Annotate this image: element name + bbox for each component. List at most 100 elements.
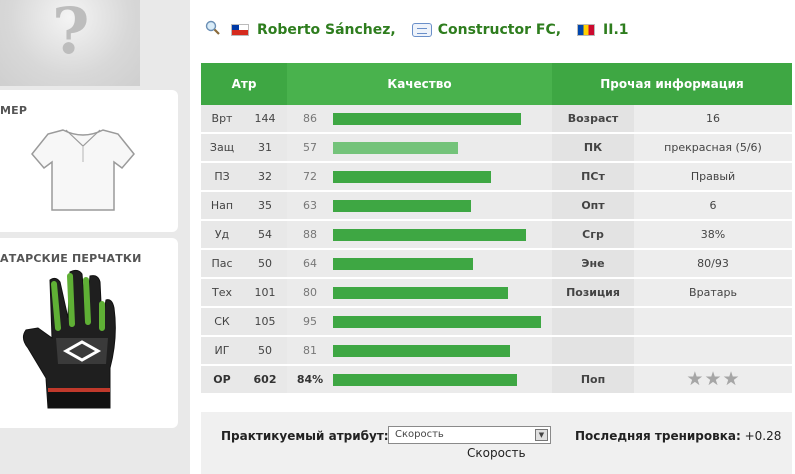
search-icon[interactable] [205, 20, 223, 40]
info-value: 80/93 [634, 250, 792, 277]
attribute-quality: 88 [287, 221, 552, 248]
attribute-value: 144 [243, 105, 287, 132]
total-quality-label: 84% [296, 373, 324, 386]
star-icon: ★ [722, 368, 740, 390]
quality-bar-track [333, 257, 552, 270]
attribute-quality: 63 [287, 192, 552, 219]
quality-number: 88 [303, 228, 317, 241]
moldova-flag-icon [577, 24, 596, 36]
info-value: прекрасная (5/6) [634, 134, 792, 161]
attribute-value: 32 [243, 163, 287, 190]
player-stats-table: Атр Качество Прочая информация Врт 144 86 В… [201, 63, 792, 395]
quality-number: 72 [303, 170, 317, 183]
attribute-name: Врт [201, 105, 243, 132]
header-quality: Качество [287, 63, 552, 105]
quality-bar-track [333, 373, 552, 386]
info-name: Возраст [552, 105, 634, 132]
quality-bar-track [333, 286, 552, 299]
quality-bar-track [333, 112, 552, 125]
shirt-card: МЕР [0, 90, 178, 232]
last-training-label: Последняя тренировка: [575, 429, 741, 443]
attribute-value: 50 [243, 337, 287, 364]
gloves-card-title: АТАРСКИЕ ПЕРЧАТКИ [0, 252, 142, 265]
quality-bar [333, 112, 521, 125]
popularity-value: ★ ★ ★ [634, 366, 792, 393]
info-value: Вратарь [634, 279, 792, 306]
table-total-row: ОР 602 84% Поп ★ ★ ★ [201, 366, 792, 395]
attribute-value: 35 [243, 192, 287, 219]
info-name: Позиция [552, 279, 634, 306]
total-value: 602 [243, 366, 287, 393]
quality-bar [333, 286, 508, 299]
quality-number: 86 [303, 112, 317, 125]
chile-flag-icon [231, 24, 249, 36]
popularity-label: Поп [552, 366, 634, 393]
attribute-name: Тех [201, 279, 243, 306]
attribute-name: ПЗ [201, 163, 243, 190]
quality-bar [333, 257, 473, 270]
quality-bar-track [333, 228, 552, 241]
attribute-name: ИГ [201, 337, 243, 364]
attribute-quality: 95 [287, 308, 552, 335]
info-value: 16 [634, 105, 792, 132]
attribute-name: Уд [201, 221, 243, 248]
quality-number: 95 [303, 315, 317, 328]
training-attribute-label: Практикуемый атрибут: [221, 429, 389, 443]
total-quality-bar [333, 373, 517, 386]
attribute-name: Защ [201, 134, 243, 161]
attribute-quality: 81 [287, 337, 552, 364]
table-row: СК 105 95 [201, 308, 792, 337]
attribute-value: 31 [243, 134, 287, 161]
total-name: ОР [201, 366, 243, 393]
table-row: Врт 144 86 Возраст 16 [201, 105, 792, 134]
quality-bar [333, 170, 491, 183]
club-name-link[interactable]: Constructor FC, [438, 22, 561, 38]
header-atr: Атр [201, 63, 287, 105]
player-name-link[interactable]: Roberto Sánchez, [257, 22, 396, 38]
training-attribute-select[interactable]: Скорость ▼ [388, 426, 551, 444]
goalkeeper-gloves-icon [22, 269, 116, 409]
training-select-value: Скорость [395, 429, 444, 440]
attribute-quality: 86 [287, 105, 552, 132]
attribute-quality: 72 [287, 163, 552, 190]
info-name: Опт [552, 192, 634, 219]
info-name: Сгр [552, 221, 634, 248]
info-value: 6 [634, 192, 792, 219]
info-name: Эне [552, 250, 634, 277]
training-panel: Практикуемый атрибут: Скорость ▼ Скорост… [201, 412, 792, 474]
quality-bar-track [333, 199, 552, 212]
info-name: ПК [552, 134, 634, 161]
quality-bar-track [333, 170, 552, 183]
quality-number: 64 [303, 257, 317, 270]
dropdown-arrow-icon[interactable]: ▼ [535, 429, 548, 441]
club-logo-icon [411, 23, 432, 37]
attribute-value: 50 [243, 250, 287, 277]
shirt-icon [31, 129, 135, 211]
player-avatar: ? [0, 0, 140, 86]
info-name [552, 308, 634, 335]
table-row: ПЗ 32 72 ПСт Правый [201, 163, 792, 192]
info-value: 38% [634, 221, 792, 248]
table-row: Уд 54 88 Сгр 38% [201, 221, 792, 250]
quality-bar [333, 141, 458, 154]
attribute-name: Пас [201, 250, 243, 277]
quality-number: 57 [303, 141, 317, 154]
quality-number: 80 [303, 286, 317, 299]
info-value [634, 337, 792, 364]
total-quality: 84% [287, 366, 552, 393]
attribute-value: 105 [243, 308, 287, 335]
attribute-quality: 64 [287, 250, 552, 277]
training-selected-text: Скорость [467, 446, 526, 460]
quality-bar [333, 199, 471, 212]
quality-bar [333, 315, 541, 328]
quality-bar-track [333, 344, 552, 357]
table-row: Тех 101 80 Позиция Вратарь [201, 279, 792, 308]
info-name: ПСт [552, 163, 634, 190]
table-row: Пас 50 64 Эне 80/93 [201, 250, 792, 279]
gloves-card: АТАРСКИЕ ПЕРЧАТКИ [0, 238, 178, 428]
quality-bar-track [333, 315, 552, 328]
quality-number: 63 [303, 199, 317, 212]
info-value: Правый [634, 163, 792, 190]
popularity-stars: ★ ★ ★ [686, 370, 739, 389]
league-link[interactable]: II.1 [603, 22, 628, 38]
